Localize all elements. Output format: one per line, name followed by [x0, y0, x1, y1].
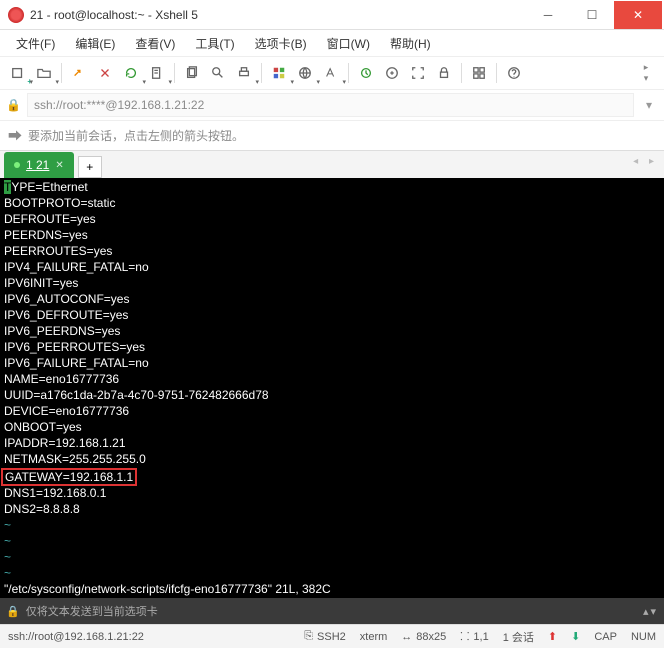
help-button[interactable] [502, 61, 526, 85]
position-icon: ⸬ [460, 629, 469, 644]
menu-window[interactable]: 窗口(W) [319, 33, 378, 54]
tab-nav-arrows[interactable]: ◂ ▸ [633, 156, 658, 167]
download-icon: ⬇ [571, 630, 580, 643]
terminal-output[interactable]: TYPE=Ethernet BOOTPROTO=static DEFROUTE=… [0, 178, 664, 598]
terminal-tilde: ~ [4, 534, 11, 548]
status-protocol: ⎘SSH2 [304, 630, 346, 643]
lock-icon: 🔒 [6, 98, 21, 112]
menu-options[interactable]: 选项卡(B) [247, 33, 315, 54]
color-scheme-button[interactable] [267, 61, 291, 85]
terminal-line: IPV6_PEERROUTES=yes [4, 340, 145, 354]
toolbar-separator [496, 63, 497, 83]
status-num: NUM [631, 631, 656, 643]
status-cap: CAP [594, 631, 617, 643]
status-size: ↔88x25 [401, 631, 446, 643]
menu-view[interactable]: 查看(V) [127, 33, 183, 54]
terminal-line: IPV6_PEERDNS=yes [4, 324, 120, 338]
properties-button[interactable] [145, 61, 169, 85]
new-session-button[interactable]: + [6, 61, 30, 85]
terminal-line: DEFROUTE=yes [4, 212, 96, 226]
terminal-line: DEVICE=eno16777736 [4, 404, 129, 418]
lock-button[interactable] [432, 61, 456, 85]
hint-bar: ⮕ 要添加当前会话，点击左侧的箭头按钮。 [0, 120, 664, 150]
address-input[interactable]: ssh://root:****@192.168.1.21:22 [27, 93, 634, 117]
title-bar: 21 - root@localhost:~ - Xshell 5 ─ ☐ ✕ [0, 0, 664, 30]
address-bar: 🔒 ssh://root:****@192.168.1.21:22 ▾ [0, 90, 664, 120]
toolbar-separator [461, 63, 462, 83]
status-position: ⸬1,1 [460, 629, 488, 644]
resize-icon: ↔ [401, 631, 412, 643]
status-sessions: 1 会话 [503, 629, 534, 645]
sendbar-text[interactable]: 仅将文本发送到当前选项卡 [26, 603, 158, 619]
terminal-line: IPV4_FAILURE_FATAL=no [4, 260, 149, 274]
menu-tools[interactable]: 工具(T) [187, 33, 242, 54]
terminal-line: DNS1=192.168.0.1 [4, 486, 106, 500]
terminal-line: DNS2=8.8.8.8 [4, 502, 80, 516]
terminal-highlighted-line: GATEWAY=192.168.1.1 [1, 468, 137, 486]
menu-edit[interactable]: 编辑(E) [67, 33, 123, 54]
transfer-button[interactable] [380, 61, 404, 85]
minimize-button[interactable]: ─ [526, 1, 570, 29]
web-button[interactable] [293, 61, 317, 85]
print-button[interactable] [232, 61, 256, 85]
toolbar-separator [261, 63, 262, 83]
tab-strip: 1 21 ✕ + ◂ ▸ [0, 150, 664, 178]
disconnect-button[interactable] [93, 61, 117, 85]
upload-icon: ⬆ [548, 630, 557, 643]
tab-status-dot-icon [14, 162, 20, 168]
toolbar: + ▸▾ [0, 56, 664, 90]
terminal-line: UUID=a176c1da-2b7a-4c70-9751-762482666d7… [4, 388, 269, 402]
add-session-arrow-icon[interactable]: ⮕ [8, 126, 22, 146]
terminal-line: IPV6_AUTOCONF=yes [4, 292, 129, 306]
tab-add-button[interactable]: + [78, 156, 102, 178]
send-bar: 🔒 仅将文本发送到当前选项卡 ▴▾ [0, 598, 664, 624]
status-bar: ssh://root@192.168.1.21:22 ⎘SSH2 xterm ↔… [0, 624, 664, 648]
close-button[interactable]: ✕ [614, 1, 662, 29]
terminal-line: IPV6INIT=yes [4, 276, 78, 290]
hint-text: 要添加当前会话，点击左侧的箭头按钮。 [28, 127, 244, 144]
tab-active[interactable]: 1 21 ✕ [4, 152, 74, 178]
window-title: 21 - root@localhost:~ - Xshell 5 [30, 8, 526, 22]
terminal-tilde: ~ [4, 518, 11, 532]
app-logo-icon [8, 7, 24, 23]
status-term: xterm [360, 631, 388, 643]
terminal-line: IPADDR=192.168.1.21 [4, 436, 126, 450]
find-button[interactable] [206, 61, 230, 85]
menu-bar: 文件(F) 编辑(E) 查看(V) 工具(T) 选项卡(B) 窗口(W) 帮助(… [0, 30, 664, 56]
toolbar-overflow-button[interactable]: ▸▾ [634, 61, 658, 85]
font-button[interactable] [319, 61, 343, 85]
terminal-line: PEERDNS=yes [4, 228, 88, 242]
connect-button[interactable] [67, 61, 91, 85]
terminal-line: NAME=eno16777736 [4, 372, 119, 386]
status-connection: ssh://root@192.168.1.21:22 [8, 631, 144, 643]
address-dropdown-icon[interactable]: ▾ [640, 98, 658, 112]
fullscreen-button[interactable] [406, 61, 430, 85]
binary-icon: ⎘ [304, 630, 313, 643]
sendbar-carets-icon[interactable]: ▴▾ [643, 605, 658, 618]
terminal-line: IPV6_FAILURE_FATAL=no [4, 356, 149, 370]
menu-file[interactable]: 文件(F) [8, 33, 63, 54]
maximize-button[interactable]: ☐ [570, 1, 614, 29]
terminal-footer: "/etc/sysconfig/network-scripts/ifcfg-en… [4, 582, 331, 596]
toolbar-separator [348, 63, 349, 83]
reconnect-button[interactable] [119, 61, 143, 85]
terminal-line: YPE=Ethernet [11, 180, 87, 194]
toolbar-separator [174, 63, 175, 83]
tab-label: 1 21 [26, 158, 49, 172]
script-button[interactable] [354, 61, 378, 85]
open-button[interactable] [32, 61, 56, 85]
terminal-tilde: ~ [4, 550, 11, 564]
sendbar-lock-icon: 🔒 [6, 605, 20, 618]
terminal-tilde: ~ [4, 566, 11, 580]
terminal-line: PEERROUTES=yes [4, 244, 112, 258]
terminal-line: ONBOOT=yes [4, 420, 82, 434]
tile-button[interactable] [467, 61, 491, 85]
terminal-line: NETMASK=255.255.255.0 [4, 452, 146, 466]
copy-button[interactable] [180, 61, 204, 85]
menu-help[interactable]: 帮助(H) [382, 33, 439, 54]
terminal-line: IPV6_DEFROUTE=yes [4, 308, 128, 322]
tab-close-icon[interactable]: ✕ [55, 160, 63, 171]
toolbar-separator [61, 63, 62, 83]
terminal-line: BOOTPROTO=static [4, 196, 115, 210]
